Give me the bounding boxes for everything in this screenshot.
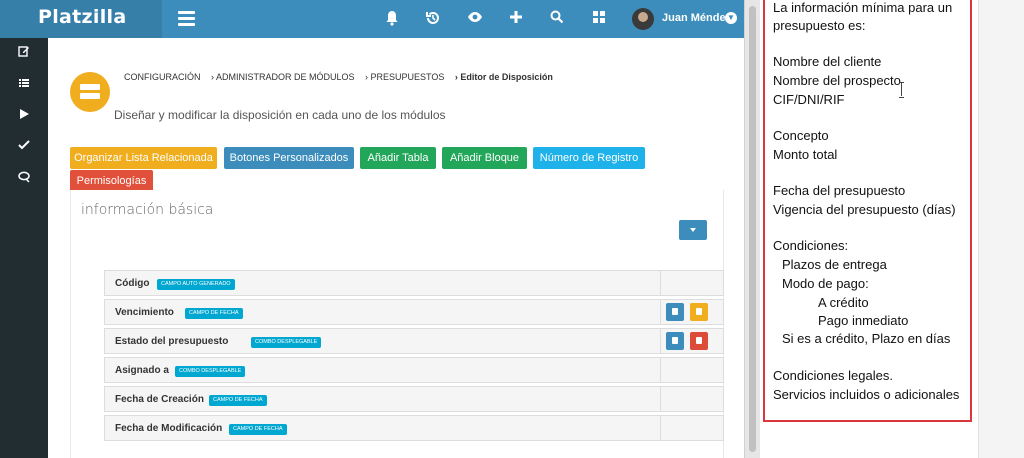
record-number-button[interactable]: Número de Registro xyxy=(533,147,645,169)
pane-scrollbar[interactable] xyxy=(744,0,760,458)
field-row[interactable]: Estado del presupuesto COMBO DESPLEGABLE xyxy=(104,328,724,354)
top-navbar: Platzilla Juan Méndez ▼ xyxy=(0,0,744,38)
panel-title: información básica xyxy=(81,202,214,218)
note-line: Nombre del prospecto xyxy=(773,73,901,88)
note-line: CIF/DNI/RIF xyxy=(773,92,845,107)
play-icon[interactable] xyxy=(14,106,34,126)
grid-icon[interactable] xyxy=(590,10,608,28)
note-line: presupuesto es: xyxy=(773,18,866,33)
field-type-badge: CAMPO DE FECHA xyxy=(209,395,267,406)
app-window: Platzilla Juan Méndez ▼ CONFIGURACIÓN › … xyxy=(0,0,760,458)
breadcrumb-item[interactable]: › PRESUPUESTOS xyxy=(365,72,444,82)
note-line: Nombre del cliente xyxy=(773,54,882,69)
field-row[interactable]: Código CAMPO AUTO GENERADO xyxy=(104,270,724,296)
plus-icon[interactable] xyxy=(507,10,525,28)
scrollbar-thumb[interactable] xyxy=(749,6,756,452)
custom-buttons-button[interactable]: Botones Personalizados xyxy=(224,147,354,169)
lock-icon[interactable] xyxy=(690,303,708,321)
field-row[interactable]: Fecha de Creación CAMPO DE FECHA xyxy=(104,386,724,412)
field-type-badge: COMBO DESPLEGABLE xyxy=(175,366,246,377)
field-label: Asignado a xyxy=(115,365,169,376)
note-line: Monto total xyxy=(773,147,838,162)
edit-icon[interactable] xyxy=(14,43,34,63)
chat-icon[interactable] xyxy=(14,169,34,189)
note-line: Condiciones: xyxy=(773,238,849,253)
field-cell: Código CAMPO AUTO GENERADO xyxy=(105,271,661,295)
note-line: La información mínima para un xyxy=(773,0,953,15)
trash-icon[interactable] xyxy=(690,332,708,350)
chevron-down-icon[interactable]: ▼ xyxy=(725,12,737,24)
basic-info-panel: información básica Código CAMPO AUTO GEN… xyxy=(70,190,724,458)
field-cell: Estado del presupuesto COMBO DESPLEGABLE xyxy=(105,329,661,353)
field-row[interactable]: Asignado a COMBO DESPLEGABLE xyxy=(104,357,724,383)
logo-area: Platzilla xyxy=(0,0,162,38)
field-cell: Asignado a COMBO DESPLEGABLE xyxy=(105,358,661,382)
note-line: A crédito xyxy=(818,295,869,310)
field-label: Fecha de Modificación xyxy=(115,423,223,434)
organize-related-list-button[interactable]: Organizar Lista Relacionada xyxy=(70,147,217,169)
main-content: CONFIGURACIÓN › ADMINISTRADOR DE MÓDULOS… xyxy=(48,38,744,458)
field-type-badge: CAMPO AUTO GENERADO xyxy=(157,279,235,290)
note-line: Servicios incluidos o adicionales xyxy=(773,387,960,402)
breadcrumb-current: › Editor de Disposición xyxy=(454,72,553,82)
field-label: Vencimiento xyxy=(115,307,174,318)
page-subtitle: Diseñar y modificar la disposición en ca… xyxy=(114,108,446,122)
note-line: Concepto xyxy=(773,128,829,143)
note-line: Vigencia del presupuesto (días) xyxy=(773,202,956,217)
add-block-button[interactable]: Añadir Bloque xyxy=(442,147,527,169)
history-icon[interactable] xyxy=(424,10,442,28)
note-line: Plazos de entrega xyxy=(782,257,887,272)
field-type-badge: CAMPO DE FECHA xyxy=(185,308,243,319)
text-cursor-icon xyxy=(899,82,905,98)
add-table-button[interactable]: Añadir Tabla xyxy=(360,147,436,169)
note-line: Pago inmediato xyxy=(818,313,909,328)
eye-icon[interactable] xyxy=(466,10,484,28)
field-cell: Fecha de Creación CAMPO DE FECHA xyxy=(105,387,661,411)
avatar[interactable] xyxy=(632,8,654,30)
check-icon[interactable] xyxy=(14,137,34,157)
notes-pane: La información mínima para un presupuest… xyxy=(760,0,1024,458)
note-line: Fecha del presupuesto xyxy=(773,183,906,198)
field-row[interactable]: Fecha de Modificación CAMPO DE FECHA xyxy=(104,415,724,441)
app-logo[interactable]: Platzilla xyxy=(38,6,126,28)
note-line: Modo de pago: xyxy=(782,276,869,291)
field-label: Código xyxy=(115,278,150,289)
breadcrumb: CONFIGURACIÓN › ADMINISTRADOR DE MÓDULOS… xyxy=(124,72,561,82)
note-line: Si es a crédito, Plazo en días xyxy=(782,331,951,346)
breadcrumb-item[interactable]: › ADMINISTRADOR DE MÓDULOS xyxy=(211,72,355,82)
list-icon[interactable] xyxy=(14,75,34,95)
field-cell: Vencimiento CAMPO DE FECHA xyxy=(105,300,661,324)
bell-icon[interactable] xyxy=(383,10,401,28)
menu-toggle-icon[interactable] xyxy=(178,11,195,26)
panel-dropdown-button[interactable] xyxy=(679,220,707,240)
notes-scrollbar[interactable] xyxy=(978,0,1024,458)
notes-box[interactable]: La información mínima para un presupuest… xyxy=(763,0,972,422)
search-icon[interactable] xyxy=(548,10,566,28)
field-label: Estado del presupuesto xyxy=(115,336,229,347)
edit-field-icon[interactable] xyxy=(666,332,684,350)
field-row[interactable]: Vencimiento CAMPO DE FECHA xyxy=(104,299,724,325)
user-name[interactable]: Juan Méndez xyxy=(662,12,731,24)
field-type-badge: COMBO DESPLEGABLE xyxy=(251,337,322,348)
field-cell: Fecha de Modificación CAMPO DE FECHA xyxy=(105,416,661,440)
sidebar xyxy=(0,38,48,458)
permissions-button[interactable]: Permisologías xyxy=(70,170,153,192)
note-line: Condiciones legales. xyxy=(773,368,893,383)
breadcrumb-item[interactable]: CONFIGURACIÓN xyxy=(124,72,201,82)
edit-field-icon[interactable] xyxy=(666,303,684,321)
field-label: Fecha de Creación xyxy=(115,394,204,405)
module-icon xyxy=(70,72,110,112)
field-type-badge: CAMPO DE FECHA xyxy=(229,424,287,435)
